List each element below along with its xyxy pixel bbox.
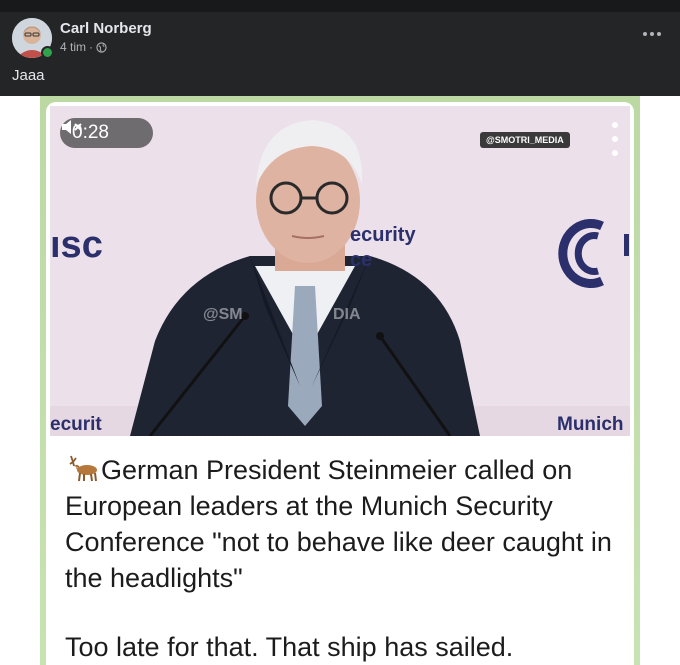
online-status-dot	[41, 46, 54, 59]
video-timestamp-pill[interactable]: 0:28	[60, 118, 153, 148]
screenshot-card: ısc ecurity ce ecurit Munich @SM DIA 0:2…	[46, 102, 634, 665]
channel-watermark: @SMOTRI_MEDIA	[480, 132, 570, 148]
author-name[interactable]: Carl Norberg	[60, 20, 152, 37]
headline-text: German President Steinmeier called on Eu…	[65, 455, 612, 593]
backdrop-ecurit-text: ecurit	[50, 414, 102, 435]
deer-icon	[65, 454, 101, 482]
backdrop-msc-text: ısc	[50, 224, 103, 266]
closing-text: Too late for that. That ship has sailed.	[65, 632, 514, 662]
video-scene	[50, 106, 630, 436]
center-watermark-right: DIA	[333, 306, 361, 323]
center-watermark-left: @SM	[203, 306, 243, 323]
backdrop-security-text: ecurity	[350, 224, 416, 246]
backdrop-munich-text: Munich	[557, 414, 624, 435]
top-bar	[0, 0, 680, 12]
backdrop-ce-text: ce	[350, 249, 373, 271]
muted-speaker-icon[interactable]	[62, 120, 141, 142]
meta-separator: ·	[89, 40, 94, 54]
globe-icon	[96, 41, 107, 53]
post-caption: Jaaa	[12, 67, 45, 84]
post-header: Carl Norberg 4 tim ·	[0, 12, 680, 62]
post-meta: 4 tim ·	[60, 40, 107, 54]
headline-text-block: German President Steinmeier called on Eu…	[65, 452, 625, 596]
post-time[interactable]: 4 tim	[60, 40, 86, 54]
facebook-post: Carl Norberg 4 tim · Jaaa ısc ecurity ce…	[0, 0, 680, 665]
post-image[interactable]: ısc ecurity ce ecurit Munich @SM DIA 0:2…	[0, 96, 680, 665]
more-options-icon[interactable]	[638, 24, 666, 44]
video-more-icon[interactable]	[612, 122, 618, 156]
video-frame[interactable]: ısc ecurity ce ecurit Munich @SM DIA 0:2…	[50, 106, 630, 436]
